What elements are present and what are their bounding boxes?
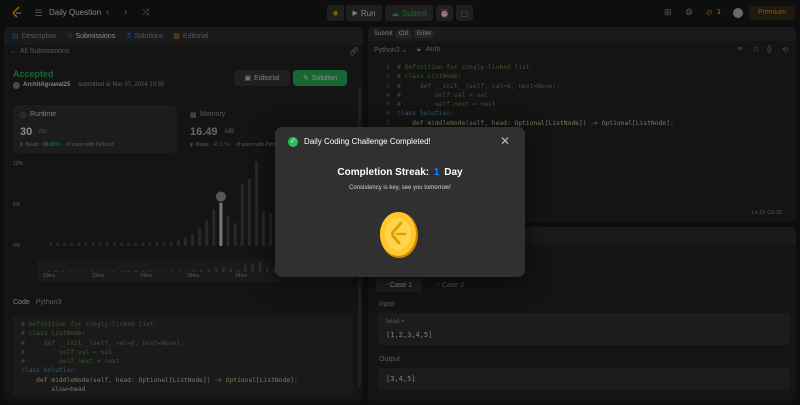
streak-line: Completion Streak: 1 Day	[275, 167, 525, 178]
streak-label: Completion Streak:	[337, 167, 430, 178]
daily-challenge-modal: ✓ Daily Coding Challenge Completed! ✕ Co…	[275, 127, 525, 277]
streak-unit: Day	[444, 167, 463, 178]
modal-title: Daily Coding Challenge Completed!	[304, 137, 431, 146]
coin-icon	[377, 209, 421, 259]
close-icon[interactable]: ✕	[500, 134, 510, 148]
check-circle-icon: ✓	[288, 137, 298, 147]
streak-value: 1	[433, 167, 440, 178]
modal-message: Consistency is key, see you tomorrow!	[349, 185, 451, 191]
